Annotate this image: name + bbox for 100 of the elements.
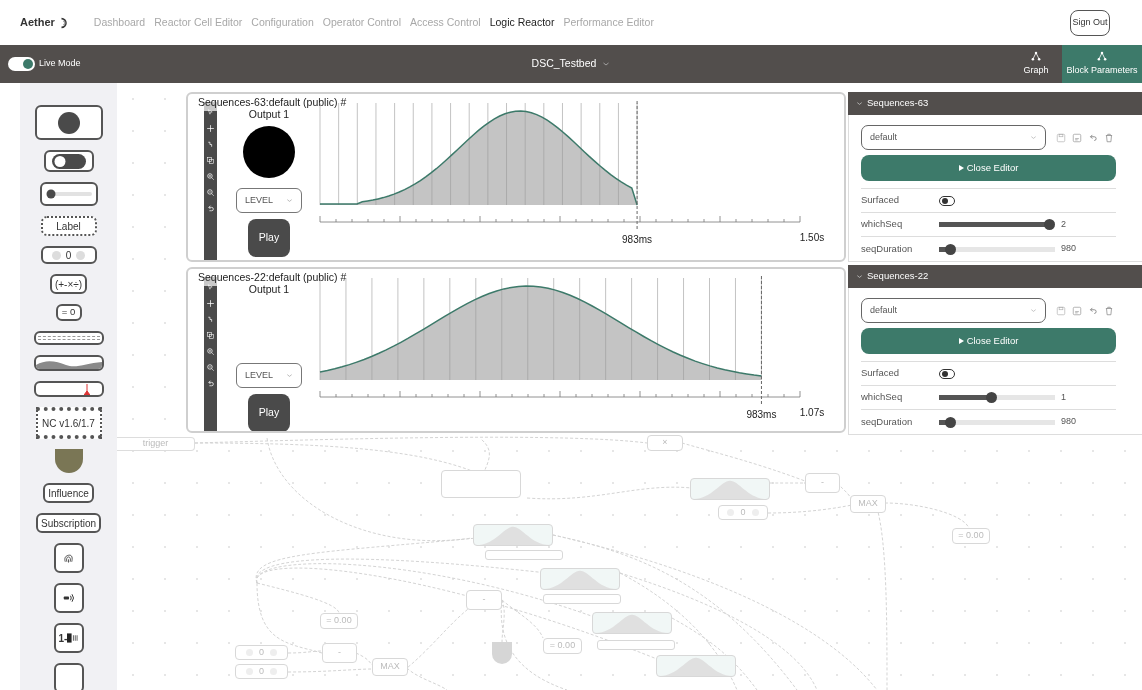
nav-link[interactable]: Logic Reactor [489, 14, 555, 31]
step-icon[interactable] [206, 315, 215, 324]
palette-block[interactable]: (+-×÷) [49, 274, 88, 294]
play-button[interactable]: Play [248, 394, 290, 431]
parameter-value: 1 [1061, 390, 1066, 404]
view-tab[interactable]: Block Parameters [1062, 45, 1142, 83]
editor-title: Sequences-63:default (public) # [198, 95, 347, 111]
slider-thumb[interactable] [1044, 219, 1055, 230]
move-icon[interactable] [206, 124, 215, 133]
select-icon[interactable] [206, 283, 215, 292]
chevron-down-icon [286, 197, 293, 204]
time-label: 983ms [622, 234, 653, 245]
graph-node: - [466, 590, 502, 610]
speaker-icon [61, 592, 76, 604]
palette-block[interactable] [53, 583, 84, 613]
chevron-down-icon [286, 372, 293, 379]
parameter-label: seqDuration [861, 241, 914, 256]
live-mode-switch[interactable] [8, 57, 35, 71]
mode-dropdown[interactable]: LEVEL [236, 188, 302, 213]
graph-node: 0 [718, 505, 768, 520]
palette-block[interactable]: Label [40, 216, 97, 236]
time-label: 1.50s [799, 232, 825, 243]
output-label: Output 1 [248, 108, 290, 120]
palette-block[interactable] [39, 182, 98, 206]
plus-icon [76, 250, 86, 260]
play-button[interactable]: Play [248, 219, 290, 257]
chevron-down-icon [1030, 134, 1037, 141]
minus-icon [51, 250, 61, 260]
zoom-out-icon[interactable] [206, 363, 215, 372]
graph-icon [1031, 50, 1041, 61]
time-label: 983ms [746, 409, 777, 420]
select-icon[interactable] [206, 108, 215, 117]
toggle-icon [51, 153, 86, 169]
move-icon[interactable] [206, 299, 215, 308]
zoom-in-icon[interactable] [206, 172, 215, 181]
zoom-in-icon[interactable] [206, 347, 215, 356]
inspector-title: Sequences-22 [867, 269, 929, 284]
graph-icon [1097, 50, 1107, 61]
playhead-line[interactable] [760, 275, 762, 405]
graph-node: MAX [850, 495, 886, 513]
palette-block[interactable]: 0 [40, 246, 97, 264]
graph-node: - [322, 643, 357, 663]
time-label: 1.07s [799, 407, 825, 418]
palette-block[interactable]: = 0 [55, 304, 82, 321]
parameter-label: Surfaced [861, 366, 901, 381]
palette-block[interactable] [33, 355, 104, 371]
undo-icon[interactable] [206, 379, 215, 388]
play-icon [958, 338, 964, 344]
parameter-value: 980 [1061, 415, 1077, 429]
slider-thumb[interactable] [986, 392, 998, 403]
zoom-out-icon[interactable] [206, 188, 215, 197]
graph-node: - [805, 473, 840, 493]
close-editor-button[interactable]: Close Editor [861, 328, 1116, 354]
preset-dropdown[interactable]: default [861, 298, 1046, 323]
copy-icon[interactable] [206, 156, 215, 165]
parameter-label: whichSeq [861, 217, 904, 232]
copy-icon[interactable] [206, 331, 215, 340]
palette-block[interactable]: Influence [43, 483, 94, 503]
inspector-header[interactable]: Sequences-63 [848, 92, 1142, 115]
step-icon[interactable] [206, 140, 215, 149]
chevron-down-icon [856, 100, 863, 107]
palette-block[interactable]: NC v1.6/1.7 [35, 407, 102, 439]
parameter-value: 980 [1061, 242, 1077, 256]
parameter-label: Surfaced [861, 193, 901, 208]
chevron-down-icon [602, 60, 611, 68]
mode-dropdown[interactable]: LEVEL [236, 363, 302, 388]
graph-node: MAX [372, 658, 408, 676]
palette-block[interactable] [34, 105, 103, 140]
palette-block[interactable] [33, 331, 104, 345]
preset-dropdown[interactable]: default [861, 125, 1046, 150]
view-tab[interactable]: Graph [1010, 45, 1062, 83]
palette-block[interactable] [43, 150, 94, 172]
graph-node: = 0.00 [543, 638, 582, 654]
sign-out-button[interactable]: Sign Out [1070, 9, 1110, 36]
inspector-header[interactable]: Sequences-22 [848, 265, 1142, 288]
inspector-title: Sequences-63 [867, 96, 929, 111]
editor-title: Sequences-22:default (public) # [198, 270, 347, 286]
graph-node [492, 642, 512, 664]
palette-block[interactable] [53, 543, 84, 573]
slider-thumb[interactable] [945, 416, 957, 428]
parameter-label: whichSeq [861, 390, 904, 405]
graph-node: = 0.00 [952, 528, 990, 544]
palette-block[interactable] [54, 449, 83, 473]
sequencer-icon [67, 633, 79, 643]
trash-icon[interactable] [1104, 305, 1114, 316]
slider-icon [45, 189, 92, 199]
palette-block[interactable]: 1- [53, 623, 84, 653]
slider-thumb[interactable] [945, 243, 957, 255]
palette-block[interactable] [33, 381, 104, 397]
graph-node: = 0.00 [320, 613, 358, 629]
undo-icon[interactable] [206, 204, 215, 213]
palette-block[interactable]: Subscription [36, 513, 101, 533]
parameter-value: 2 [1061, 217, 1066, 231]
trash-icon[interactable] [1104, 132, 1114, 143]
slider-track[interactable] [939, 219, 1055, 230]
project-dropdown[interactable]: DSC_Testbed [531, 56, 611, 72]
close-editor-button[interactable]: Close Editor [861, 155, 1116, 181]
playhead-line[interactable] [636, 100, 638, 230]
palette-block[interactable] [53, 663, 84, 690]
graph-node: × [647, 435, 683, 451]
